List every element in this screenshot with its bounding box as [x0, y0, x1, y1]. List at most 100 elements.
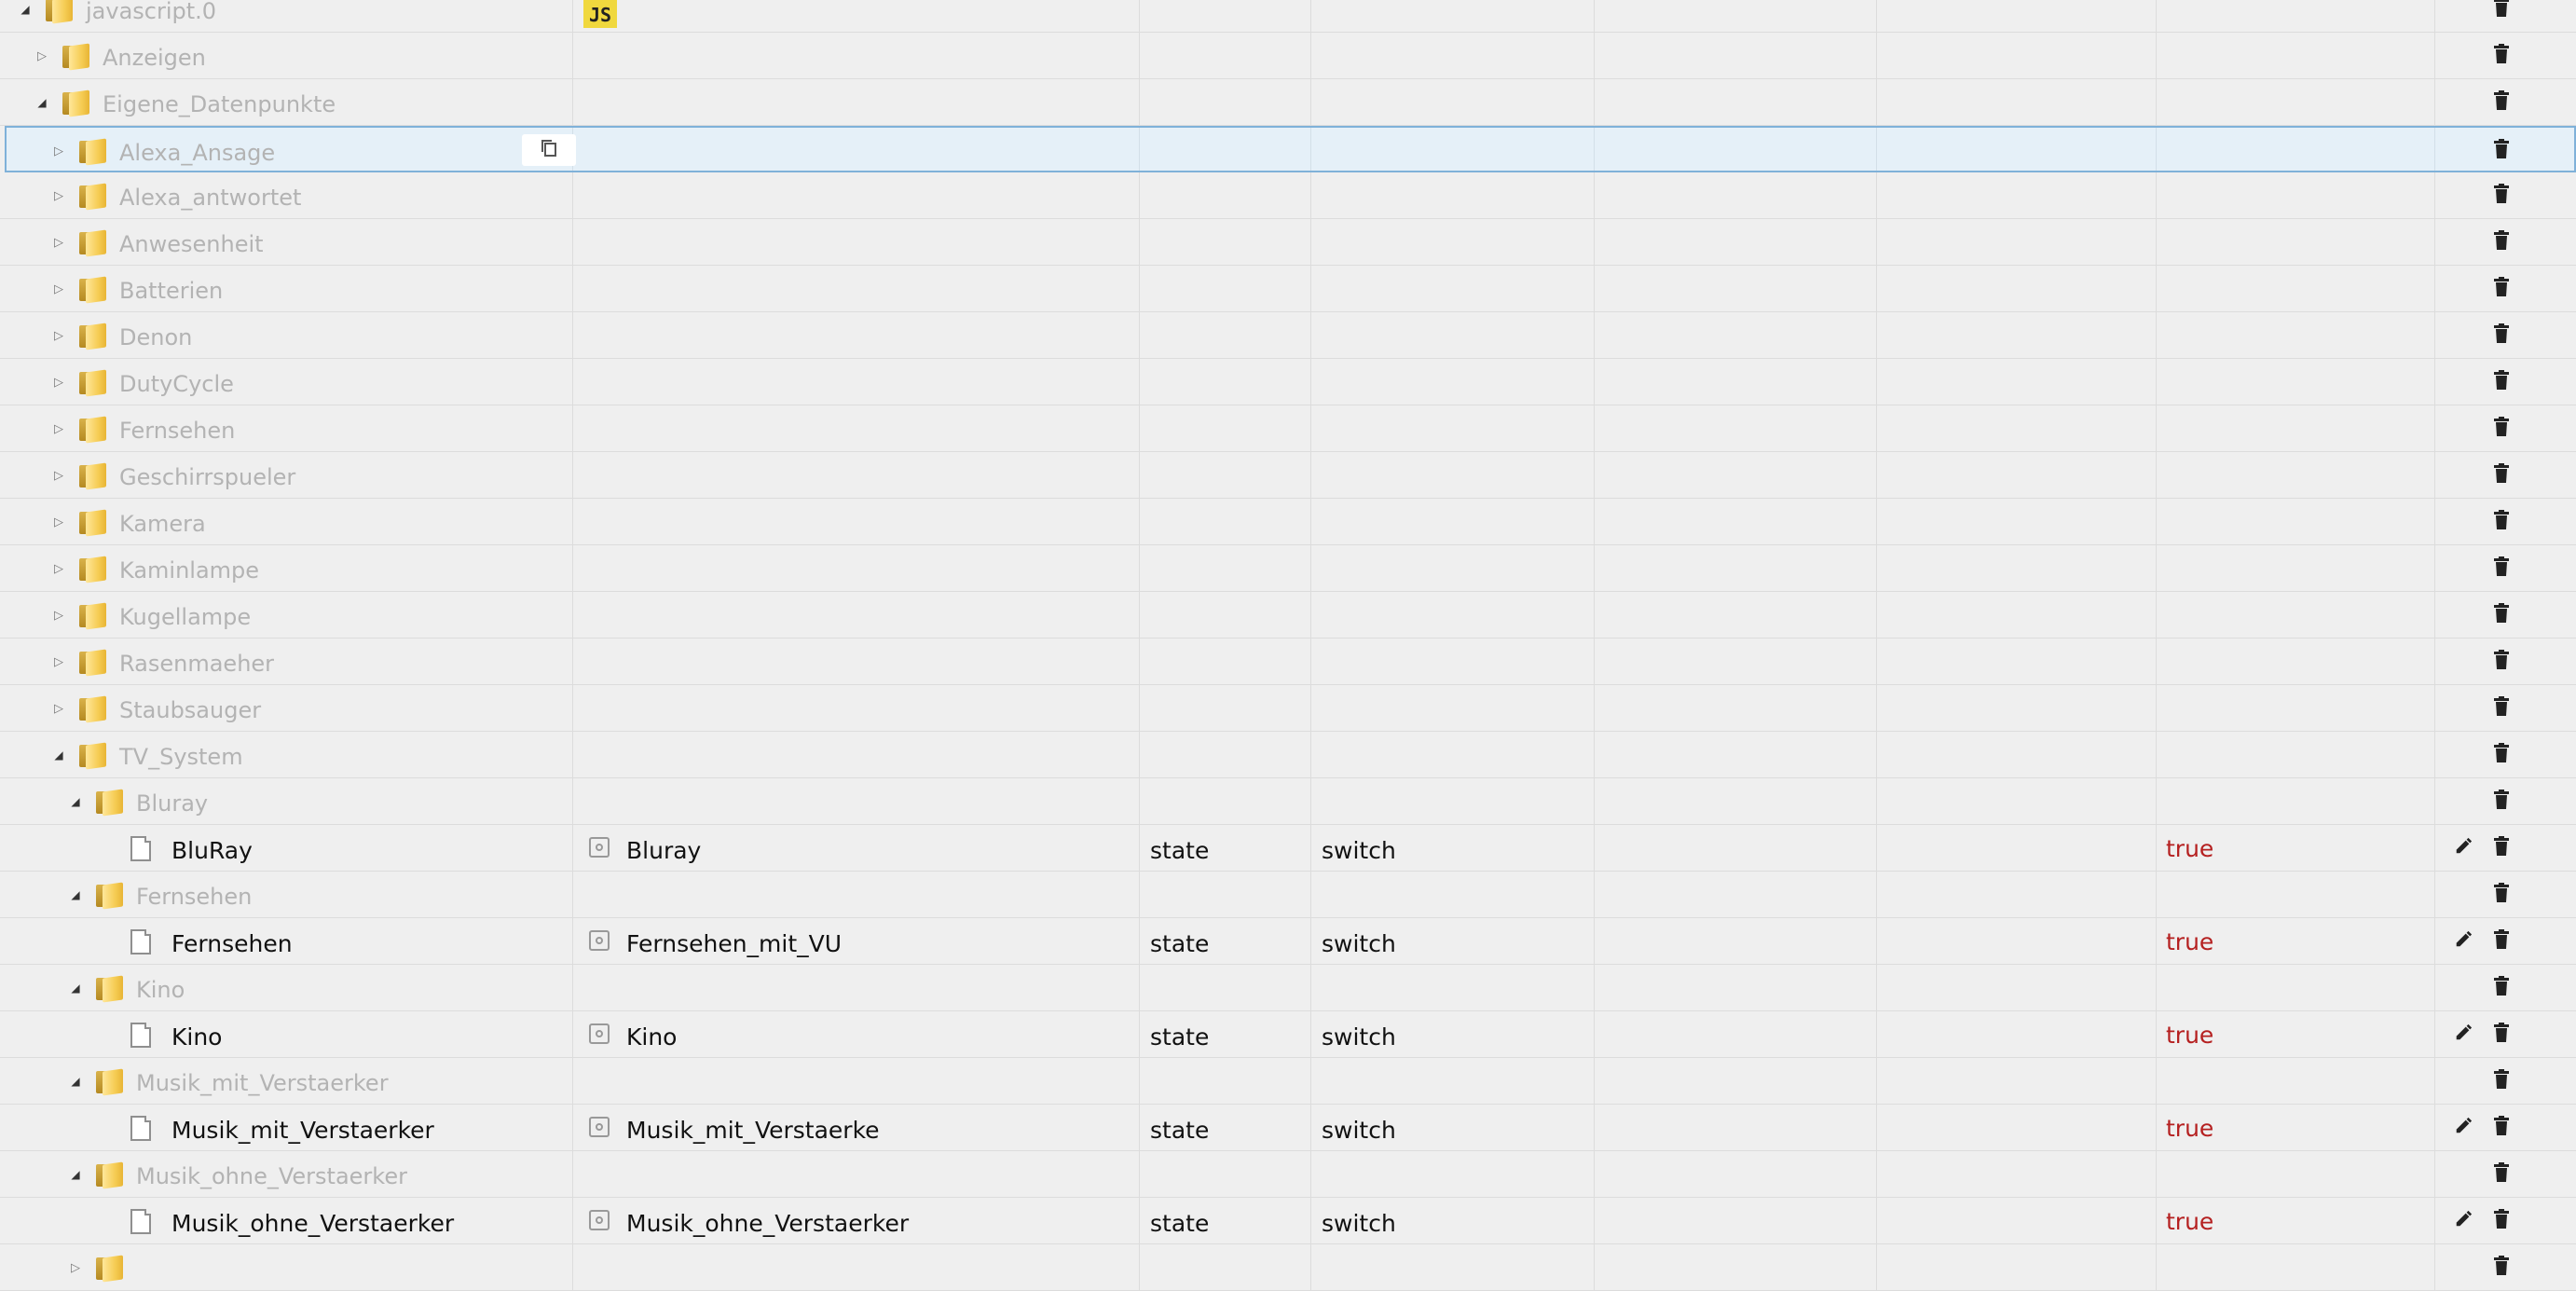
triangle-right-icon[interactable]: ▷	[50, 467, 67, 484]
delete-button[interactable]	[2490, 90, 2513, 115]
column-separator	[2156, 545, 2157, 591]
object-tree: ◢ javascript.0 JS ▷ Anzeigen ◢ Eigene_Datenpun…	[0, 0, 2576, 1291]
delete-button[interactable]	[2490, 184, 2513, 208]
triangle-right-icon[interactable]: ▷	[50, 653, 67, 670]
delete-button[interactable]	[2490, 1162, 2513, 1187]
column-separator	[1139, 965, 1140, 1010]
delete-button[interactable]	[2490, 883, 2513, 907]
triangle-right-icon[interactable]: ▷	[50, 234, 67, 251]
folder-row[interactable]: ▷ Alexa_Ansage	[5, 126, 2576, 172]
delete-button[interactable]	[2490, 836, 2513, 860]
state-row[interactable]: Musik_ohne_Verstaerker Musik_ohne_Verstae…	[0, 1198, 2576, 1244]
state-row[interactable]: BluRay Bluray state switch true	[0, 825, 2576, 872]
state-row[interactable]: Musik_mit_Verstaerker Musik_mit_Verstaerk…	[0, 1105, 2576, 1151]
delete-button[interactable]	[2490, 929, 2513, 954]
folder-row[interactable]: ▷ Geschirrspueler	[0, 452, 2576, 499]
delete-button[interactable]	[2490, 463, 2513, 488]
triangle-down-icon[interactable]: ◢	[67, 980, 84, 996]
trash-icon	[2492, 976, 2511, 1000]
delete-button[interactable]	[2490, 44, 2513, 68]
folder-row[interactable]: ▷ Denon	[0, 312, 2576, 359]
triangle-right-icon[interactable]: ▷	[50, 187, 67, 204]
column-separator	[2434, 312, 2435, 358]
triangle-right-icon[interactable]: ▷	[50, 700, 67, 717]
folder-row[interactable]: ▷ Kugellampe	[0, 592, 2576, 639]
triangle-right-icon[interactable]: ▷	[50, 420, 67, 437]
delete-button[interactable]	[2490, 1069, 2513, 1093]
triangle-right-icon[interactable]: ▷	[67, 1259, 84, 1276]
folder-row[interactable]: ▷ Rasenmaeher	[0, 639, 2576, 685]
delete-button[interactable]	[2490, 510, 2513, 534]
triangle-right-icon[interactable]: ▷	[50, 327, 67, 344]
copy-button[interactable]	[522, 134, 576, 166]
edit-button[interactable]	[2452, 836, 2474, 860]
folder-row[interactable]: ◢ TV_System	[0, 732, 2576, 778]
delete-button[interactable]	[2490, 277, 2513, 301]
triangle-down-icon[interactable]: ◢	[34, 94, 50, 111]
delete-button[interactable]	[2490, 976, 2513, 1000]
folder-row[interactable]: ◢ Kino	[0, 965, 2576, 1011]
delete-button[interactable]	[2490, 323, 2513, 348]
folder-row[interactable]: ▷ Anzeigen	[0, 33, 2576, 79]
column-separator	[1594, 266, 1595, 311]
state-row[interactable]: Kino Kino state switch true	[0, 1011, 2576, 1058]
folder-row[interactable]: ▷ Kaminlampe	[0, 545, 2576, 592]
delete-button[interactable]	[2490, 650, 2513, 674]
delete-button[interactable]	[2490, 743, 2513, 767]
column-separator	[1310, 918, 1311, 964]
triangle-right-icon[interactable]: ▷	[34, 48, 50, 64]
folder-row[interactable]: ◢ Bluray	[0, 778, 2576, 825]
triangle-right-icon[interactable]: ▷	[50, 374, 67, 391]
folder-row[interactable]: ▷ Alexa_antwortet	[0, 172, 2576, 219]
column-separator	[572, 825, 573, 871]
delete-button[interactable]	[2490, 556, 2513, 581]
triangle-right-icon[interactable]: ▷	[50, 281, 67, 297]
delete-button[interactable]	[2490, 1023, 2513, 1047]
folder-row[interactable]: ▷ Anwesenheit	[0, 219, 2576, 266]
trash-icon	[2492, 44, 2511, 68]
triangle-right-icon[interactable]: ▷	[50, 514, 67, 530]
delete-button[interactable]	[2490, 603, 2513, 627]
triangle-right-icon[interactable]: ▷	[50, 607, 67, 624]
edit-button[interactable]	[2452, 1116, 2474, 1140]
folder-name: Anzeigen	[103, 45, 206, 71]
delete-button[interactable]	[2490, 790, 2513, 814]
delete-button[interactable]	[2490, 370, 2513, 394]
triangle-right-icon[interactable]: ▷	[50, 143, 67, 159]
folder-row[interactable]: ▷ Staubsauger	[0, 685, 2576, 732]
edit-button[interactable]	[2452, 1209, 2474, 1233]
edit-button[interactable]	[2452, 929, 2474, 954]
folder-row[interactable]: ▷ DutyCycle	[0, 359, 2576, 405]
column-separator	[2434, 33, 2435, 78]
delete-button[interactable]	[2490, 1256, 2513, 1280]
folder-row[interactable]: ▷ Batterien	[0, 266, 2576, 312]
column-separator	[2434, 965, 2435, 1010]
delete-button[interactable]	[2490, 139, 2513, 163]
triangle-right-icon[interactable]: ▷	[50, 560, 67, 577]
edit-button[interactable]	[2452, 1023, 2474, 1047]
triangle-down-icon[interactable]: ◢	[67, 1073, 84, 1090]
folder-row[interactable]: ◢ javascript.0 JS	[0, 0, 2576, 33]
delete-button[interactable]	[2490, 0, 2513, 21]
folder-row[interactable]: ▷ Kamera	[0, 499, 2576, 545]
column-separator	[572, 1198, 573, 1243]
triangle-down-icon[interactable]: ◢	[17, 1, 34, 18]
delete-button[interactable]	[2490, 1116, 2513, 1140]
triangle-down-icon[interactable]: ◢	[67, 1166, 84, 1183]
delete-button[interactable]	[2490, 417, 2513, 441]
folder-row[interactable]: ◢ Eigene_Datenpunkte	[0, 79, 2576, 126]
folder-row[interactable]: ◢ Musik_ohne_Verstaerker	[0, 1151, 2576, 1198]
folder-row[interactable]: ◢ Musik_mit_Verstaerker	[0, 1058, 2576, 1105]
triangle-down-icon[interactable]: ◢	[67, 793, 84, 810]
folder-row[interactable]: ▷	[0, 1244, 2576, 1291]
delete-button[interactable]	[2490, 696, 2513, 721]
folder-row[interactable]: ▷ Fernsehen	[0, 405, 2576, 452]
column-separator	[572, 219, 573, 265]
delete-button[interactable]	[2490, 1209, 2513, 1233]
folder-row[interactable]: ◢ Fernsehen	[0, 872, 2576, 918]
delete-button[interactable]	[2490, 230, 2513, 254]
state-type: state	[1150, 1023, 1210, 1051]
state-row[interactable]: Fernsehen Fernsehen_mit_VU state switch true	[0, 918, 2576, 965]
triangle-down-icon[interactable]: ◢	[50, 747, 67, 763]
triangle-down-icon[interactable]: ◢	[67, 886, 84, 903]
